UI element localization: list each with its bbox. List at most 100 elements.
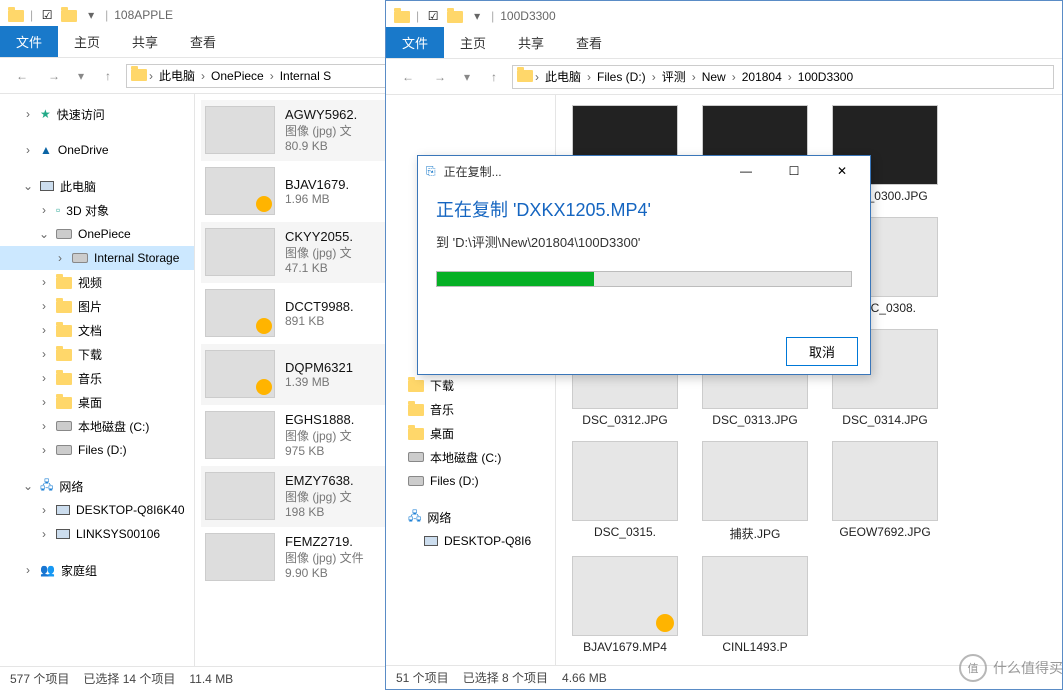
file-name: DSC_0315. (570, 525, 680, 539)
status-count: 577 个项目 (10, 670, 69, 687)
navpane-back[interactable]: ›★快速访问 ›▲OneDrive ⌄此电脑 ›▫3D 对象 ⌄OnePiece… (0, 94, 195, 666)
dropdown-icon[interactable]: ▾ (83, 7, 99, 23)
maximize-button[interactable]: ☐ (774, 158, 814, 184)
nav-onepiece[interactable]: ⌄OnePiece (0, 222, 194, 246)
nav-linksys[interactable]: ›LINKSYS00106 (0, 522, 194, 546)
status-selected: 已选择 14 个项目 (83, 670, 175, 687)
file-meta: 图像 (jpg) 文 (285, 488, 354, 505)
tab-file[interactable]: 文件 (386, 27, 444, 58)
nav-onedrive[interactable]: ›▲OneDrive (0, 138, 194, 162)
close-button[interactable]: ✕ (822, 158, 862, 184)
crumb[interactable]: 此电脑 (155, 65, 199, 86)
crumb[interactable]: 100D3300 (794, 68, 857, 86)
file-name: DCCT9988. (285, 299, 354, 314)
dropdown-icon[interactable]: ▾ (469, 8, 485, 24)
nav-desktop-pc[interactable]: DESKTOP-Q8I6 (386, 529, 555, 553)
crumb[interactable]: Internal S (276, 67, 335, 85)
drive-icon (56, 445, 72, 455)
thumbnail (205, 472, 275, 520)
crumb[interactable]: New (698, 68, 730, 86)
thumbnail (205, 167, 275, 215)
nav-3dobjects[interactable]: ›▫3D 对象 (0, 198, 194, 222)
tab-view[interactable]: 查看 (174, 26, 232, 57)
minimize-button[interactable]: — (726, 158, 766, 184)
crumb[interactable]: 201804 (738, 68, 786, 86)
grid-item[interactable]: 捕获.JPG (700, 441, 810, 542)
nav-ddrive[interactable]: ›Files (D:) (0, 438, 194, 462)
nav-forward-icon[interactable]: → (426, 63, 454, 91)
file-name: DSC_0312.JPG (570, 413, 680, 427)
tab-home[interactable]: 主页 (58, 26, 116, 57)
dialog-headline: 正在复制 'DXKX1205.MP4' (436, 196, 852, 222)
file-name: DSC_0313.JPG (700, 413, 810, 427)
thumbnail (205, 228, 275, 276)
crumb[interactable]: 此电脑 (541, 66, 585, 87)
copy-icon: ⎘ (426, 164, 436, 179)
folder-small-icon[interactable] (61, 7, 77, 23)
nav-homegroup[interactable]: ›👥家庭组 (0, 558, 194, 582)
tab-share[interactable]: 共享 (116, 26, 174, 57)
nav-forward-icon[interactable]: → (40, 62, 68, 90)
nav-downloads[interactable]: 下载 (386, 373, 555, 397)
nav-history-icon[interactable]: ▾ (72, 62, 90, 90)
checkbox-icon[interactable]: ☑ (39, 7, 55, 23)
nav-documents[interactable]: ›文档 (0, 318, 194, 342)
nav-network[interactable]: ⌄🖧网络 (0, 474, 194, 498)
dialog-titlebar[interactable]: ⎘ 正在复制... — ☐ ✕ (418, 156, 870, 186)
folder-small-icon[interactable] (447, 8, 463, 24)
nav-music[interactable]: ›音乐 (0, 366, 194, 390)
grid-item[interactable]: BJAV1679.MP4 (570, 556, 680, 654)
crumb[interactable]: OnePiece (207, 67, 268, 85)
thumbnail (702, 441, 808, 521)
nav-desktop[interactable]: ›桌面 (0, 390, 194, 414)
pc-icon (40, 181, 54, 191)
folder-icon (56, 277, 72, 289)
tab-share[interactable]: 共享 (502, 27, 560, 58)
nav-history-icon[interactable]: ▾ (458, 63, 476, 91)
tab-file[interactable]: 文件 (0, 26, 58, 57)
nav-pictures[interactable]: ›图片 (0, 294, 194, 318)
ribbon-front: 文件 主页 共享 查看 (386, 31, 1062, 59)
file-name: BJAV1679. (285, 177, 349, 192)
file-size: 975 KB (285, 444, 354, 458)
nav-music[interactable]: 音乐 (386, 397, 555, 421)
tab-view[interactable]: 查看 (560, 27, 618, 58)
progress-bar (436, 271, 852, 287)
nav-quickaccess[interactable]: ›★快速访问 (0, 102, 194, 126)
file-name: GEOW7692.JPG (830, 525, 940, 539)
nav-ddrive[interactable]: Files (D:) (386, 469, 555, 493)
grid-item[interactable]: CINL1493.P (700, 556, 810, 654)
watermark-text: 什么值得买 (993, 658, 1063, 678)
status-size: 4.66 MB (562, 671, 607, 685)
nav-cdrive[interactable]: ›本地磁盘 (C:) (0, 414, 194, 438)
cancel-button[interactable]: 取消 (786, 337, 858, 366)
nav-back-icon[interactable]: ← (8, 62, 36, 90)
nav-back-icon[interactable]: ← (394, 63, 422, 91)
grid-item[interactable]: GEOW7692.JPG (830, 441, 940, 542)
thumbnail (205, 350, 275, 398)
nav-up-icon[interactable]: ↑ (94, 62, 122, 90)
nav-up-icon[interactable]: ↑ (480, 63, 508, 91)
breadcrumb-front[interactable]: › 此电脑› Files (D:)› 评测› New› 201804› 100D… (512, 65, 1054, 89)
nav-cdrive[interactable]: 本地磁盘 (C:) (386, 445, 555, 469)
checkbox-icon[interactable]: ☑ (425, 8, 441, 24)
thumbnail (205, 411, 275, 459)
file-meta: 图像 (jpg) 文件 (285, 549, 364, 566)
addressbar-front: ← → ▾ ↑ › 此电脑› Files (D:)› 评测› New› 2018… (386, 59, 1062, 95)
nav-network[interactable]: 🖧网络 (386, 505, 555, 529)
crumb[interactable]: 评测 (658, 66, 690, 87)
drive-icon (408, 476, 424, 486)
nav-desktop-pc[interactable]: ›DESKTOP-Q8I6K40 (0, 498, 194, 522)
nav-desktop[interactable]: 桌面 (386, 421, 555, 445)
nav-downloads[interactable]: ›下载 (0, 342, 194, 366)
nav-thispc[interactable]: ⌄此电脑 (0, 174, 194, 198)
tab-home[interactable]: 主页 (444, 27, 502, 58)
file-name: EGHS1888. (285, 412, 354, 427)
crumb[interactable]: Files (D:) (593, 68, 650, 86)
nav-internal-storage[interactable]: ›Internal Storage (0, 246, 194, 270)
folder-icon (56, 301, 72, 313)
nav-videos[interactable]: ›视频 (0, 270, 194, 294)
folder-icon (131, 68, 147, 84)
grid-item[interactable]: DSC_0315. (570, 441, 680, 542)
file-name: AGWY5962. (285, 107, 357, 122)
